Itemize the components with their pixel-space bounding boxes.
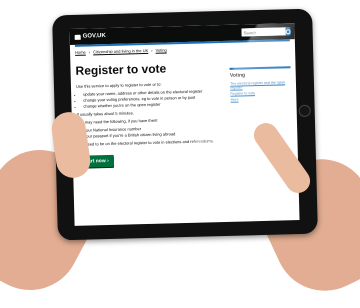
duration-text: It usually takes about 5 minutes. <box>76 110 134 117</box>
govuk-logo[interactable]: GOV.UK <box>74 33 106 40</box>
needs-intro: You may need the following, if you have … <box>76 117 159 125</box>
tablet-device: GOV.UK Home › Citizenship and living in … <box>52 8 318 241</box>
breadcrumb-home[interactable]: Home <box>75 50 86 55</box>
crown-icon <box>74 34 81 40</box>
breadcrumb-separator: › <box>151 47 153 53</box>
home-button[interactable] <box>298 104 311 118</box>
service-list: update your name, address or other detai… <box>76 88 224 109</box>
sidebar-link-open-register[interactable]: The electoral register and the 'open reg… <box>230 80 291 89</box>
chevron-right-icon: › <box>107 158 109 165</box>
breadcrumb-separator: › <box>88 49 91 55</box>
list-item-text: change whether you're on the open regist… <box>83 101 161 109</box>
search-icon[interactable] <box>285 27 291 36</box>
sidebar-link-register[interactable]: Register to vote <box>230 90 291 96</box>
breadcrumb-voting[interactable]: Voting <box>155 47 166 52</box>
search-box <box>241 27 291 37</box>
logo-text: GOV.UK <box>82 33 106 40</box>
main-content: Register to vote Use this service to app… <box>75 56 225 168</box>
search-input[interactable] <box>241 27 286 37</box>
intro-text: Use this service to apply to register to… <box>75 81 162 89</box>
sidebar-title: Voting <box>229 72 246 79</box>
sidebar-link-more[interactable]: More <box>230 96 291 102</box>
page-title: Register to vote <box>75 61 167 78</box>
register-note: You need to be on the electoral register… <box>77 138 214 147</box>
breadcrumb-citizenship[interactable]: Citizenship and living in the UK <box>93 48 148 54</box>
needs-list: your National Insurance number your pass… <box>77 124 224 139</box>
